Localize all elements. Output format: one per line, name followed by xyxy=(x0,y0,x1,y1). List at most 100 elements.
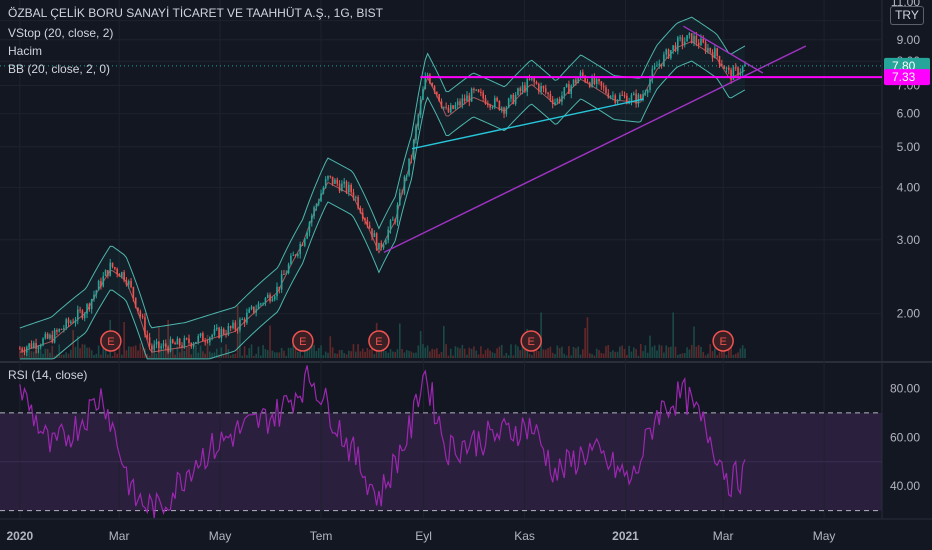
candle-body xyxy=(25,347,28,353)
earnings-marker-label: E xyxy=(719,336,726,348)
candle-body xyxy=(364,218,366,221)
candle-body xyxy=(586,81,589,83)
volume-bar xyxy=(269,325,271,358)
candle-body xyxy=(493,98,496,107)
candle-body xyxy=(76,309,79,321)
volume-bar xyxy=(285,355,288,358)
candle-body xyxy=(660,63,663,66)
candle-body xyxy=(86,304,88,314)
volume-bar xyxy=(621,345,624,358)
volume-bar xyxy=(493,353,496,358)
candle-body xyxy=(507,98,510,108)
earnings-marker-label: E xyxy=(299,336,306,348)
candle-body xyxy=(359,208,362,213)
candle-body xyxy=(354,197,357,199)
candle-body xyxy=(236,329,239,331)
volume-bar xyxy=(433,349,436,358)
volume-bar xyxy=(734,353,737,358)
volume-bar xyxy=(396,349,399,358)
candle-body xyxy=(23,351,26,353)
candle-body xyxy=(153,344,156,350)
candle-body xyxy=(211,334,213,338)
volume-bar xyxy=(484,350,487,358)
volume-bar xyxy=(229,355,232,358)
candle-body xyxy=(672,45,674,51)
earnings-marker-label: E xyxy=(375,336,382,348)
candle-body xyxy=(336,179,339,184)
volume-bar xyxy=(551,352,554,358)
volume-bar xyxy=(732,354,735,358)
candle-body xyxy=(547,92,549,94)
volume-bar xyxy=(591,354,593,358)
candle-body xyxy=(234,322,237,330)
volume-bar xyxy=(429,351,431,358)
candle-body xyxy=(514,94,517,104)
candle-body xyxy=(461,98,464,106)
volume-bar xyxy=(327,352,329,358)
candle-body xyxy=(658,63,661,66)
candle-body xyxy=(447,107,450,113)
candle-body xyxy=(250,306,253,310)
candle-body xyxy=(582,72,584,77)
candle-body xyxy=(422,89,424,100)
candle-body xyxy=(190,343,193,347)
volume-bar xyxy=(639,344,642,358)
volume-bar xyxy=(357,344,359,358)
candle-body xyxy=(521,85,524,92)
candle-body xyxy=(496,98,498,101)
candle-body xyxy=(440,101,443,108)
candle-body xyxy=(141,316,144,318)
volume-bar xyxy=(234,353,237,358)
volume-bar xyxy=(104,350,107,358)
candle-body xyxy=(53,330,56,343)
volume-bar xyxy=(426,345,429,358)
candle-body xyxy=(171,339,174,343)
volume-bar xyxy=(517,346,519,358)
volume-bar xyxy=(503,355,505,358)
candle-body xyxy=(528,78,531,80)
candle-body xyxy=(704,42,707,52)
volume-bar xyxy=(626,354,628,358)
volume-bar xyxy=(579,354,582,358)
time-axis-label: May xyxy=(813,529,836,543)
volume-bar xyxy=(271,350,274,358)
volume-bar xyxy=(412,352,415,358)
candle-body xyxy=(394,219,396,223)
volume-bar xyxy=(452,355,454,358)
volume-bar xyxy=(642,351,644,358)
candle-body xyxy=(273,296,276,300)
candle-body xyxy=(37,347,40,349)
volume-bar xyxy=(660,345,663,358)
candle-body xyxy=(169,339,172,352)
candle-body xyxy=(602,85,605,88)
volume-bar xyxy=(415,352,417,358)
volume-bar xyxy=(646,352,649,358)
volume-bar xyxy=(466,354,468,358)
volume-bar xyxy=(81,344,84,358)
candle-body xyxy=(512,94,515,104)
candle-body xyxy=(88,304,91,310)
candle-body xyxy=(100,280,102,287)
volume-bar xyxy=(132,346,135,358)
candle-body xyxy=(549,93,552,100)
candle-body xyxy=(185,338,188,340)
candle-body xyxy=(382,244,385,248)
chart-canvas[interactable]: 2020 Mar May Tem Eyl Kas 2021 Mar May 2.00 3.00 4.0… xyxy=(0,0,932,550)
volume-bar xyxy=(463,348,466,358)
volume-bar xyxy=(612,350,614,358)
candle-body xyxy=(317,201,320,205)
volume-bar xyxy=(299,350,301,358)
candle-body xyxy=(429,74,431,84)
candle-body xyxy=(385,240,387,245)
volume-bar xyxy=(107,354,109,358)
volume-bar xyxy=(394,351,396,358)
candle-body xyxy=(445,106,447,108)
volume-bar xyxy=(320,345,322,358)
currency-badge[interactable]: TRY xyxy=(890,6,924,25)
candle-body xyxy=(637,94,640,104)
candle-body xyxy=(366,220,369,226)
candle-body xyxy=(709,47,712,52)
time-axis-label: 2021 xyxy=(612,529,639,543)
candle-body xyxy=(612,95,614,97)
candle-body xyxy=(711,51,714,59)
